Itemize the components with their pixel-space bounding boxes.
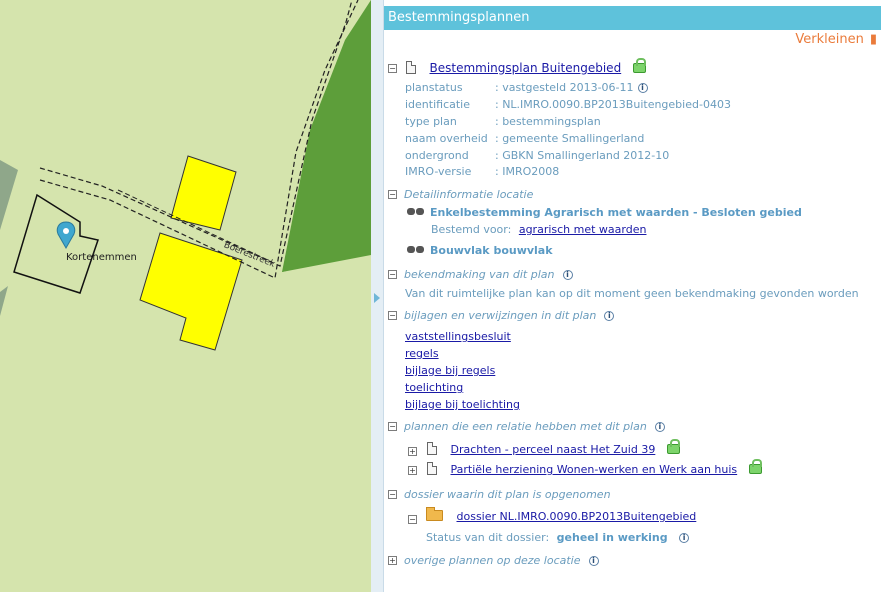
dossier-status-row: Status van dit dossier: geheel in werkin…: [426, 531, 690, 544]
expand-arrow-icon[interactable]: [374, 293, 380, 303]
overige-toggle-button[interactable]: +: [388, 556, 397, 565]
document-icon: [427, 462, 437, 475]
forest-area: [282, 0, 371, 592]
field-value: : IMRO2008: [495, 165, 560, 178]
bekendmaking-section-title[interactable]: bekendmaking van dit plan: [404, 268, 555, 281]
collapse-button[interactable]: Verkleinen ▮: [795, 32, 877, 47]
detail-item: Bouwvlak bouwvlak: [406, 244, 553, 257]
binoculars-icon[interactable]: [406, 245, 426, 254]
info-icon[interactable]: i: [654, 422, 665, 432]
field-label: IMRO-versie: [405, 165, 472, 178]
overige-section-title[interactable]: overige plannen op deze locatie: [404, 554, 581, 567]
related-plan-expand-button[interactable]: +: [408, 466, 417, 475]
related-header: plannen die een relatie hebben met dit p…: [404, 420, 665, 433]
bestemd-voor-label: Bestemd voor:: [431, 223, 512, 236]
dossier-section-title[interactable]: dossier waarin dit plan is opgenomen: [404, 488, 611, 501]
related-plan-expand-button[interactable]: +: [408, 447, 417, 456]
panel-collapse-strip[interactable]: [371, 0, 384, 592]
plan-toggle-button[interactable]: −: [388, 64, 397, 73]
place-label: Kortehemmen: [66, 252, 137, 263]
detail-section-title[interactable]: Detailinformatie locatie: [404, 188, 533, 201]
dossier-header: dossier waarin dit plan is opgenomen: [404, 488, 611, 501]
field-value: : bestemmingsplan: [495, 115, 601, 128]
field-row: planstatus : vastgesteld 2013-06-11 i: [405, 81, 648, 94]
detail-toggle-button[interactable]: −: [388, 190, 397, 199]
field-value: : GBKN Smallingerland 2012-10: [495, 149, 670, 162]
panel-title: Bestemmingsplannen: [384, 6, 881, 30]
detail-item-title: Bouwvlak bouwvlak: [430, 244, 553, 257]
related-plan-link[interactable]: Partiële herziening Wonen-werken en Werk…: [451, 463, 738, 476]
dossier-toggle-button[interactable]: −: [388, 490, 397, 499]
bijlage-link[interactable]: bijlage bij regels: [405, 364, 495, 377]
bijlage-link[interactable]: toelichting: [405, 381, 463, 394]
info-icon[interactable]: i: [588, 556, 599, 566]
detail-sub-row: Bestemd voor: agrarisch met waarden: [431, 223, 646, 236]
info-icon[interactable]: i: [604, 311, 615, 321]
bestemmingsplannen-panel: Bestemmingsplannen Verkleinen ▮ − Bestemm…: [371, 0, 881, 592]
field-row: identificatie : NL.IMRO.0090.BP2013Buiten…: [405, 98, 731, 111]
building-outline: [13, 193, 99, 294]
related-plan-link[interactable]: Drachten - perceel naast Het Zuid 39: [451, 443, 656, 456]
related-toggle-button[interactable]: −: [388, 422, 397, 431]
field-row: naam overheid : gemeente Smallingerland: [405, 132, 644, 145]
field-label: type plan: [405, 115, 457, 128]
dossier-link[interactable]: dossier NL.IMRO.0090.BP2013Buitengebied: [457, 510, 697, 523]
detail-item-title: Enkelbestemming Agrarisch met waarden - …: [430, 206, 802, 219]
info-icon[interactable]: i: [679, 533, 690, 543]
plan-name-link[interactable]: Bestemmingsplan Buitengebied: [430, 61, 622, 75]
gray-parcel-2: [0, 286, 8, 316]
collapse-icon: ▮: [869, 32, 877, 47]
field-label: ondergrond: [405, 149, 469, 162]
field-value: : gemeente Smallingerland: [495, 132, 645, 145]
field-label: naam overheid: [405, 132, 488, 145]
bijlagen-header: bijlagen en verwijzingen in dit plan i: [404, 309, 615, 322]
field-row: ondergrond : GBKN Smallingerland 2012-10: [405, 149, 669, 162]
related-section-title[interactable]: plannen die een relatie hebben met dit p…: [404, 420, 647, 433]
bijlage-link[interactable]: vaststellingsbesluit: [405, 330, 511, 343]
map-view[interactable]: Kortehemmen Boerestreek: [0, 0, 371, 592]
binoculars-icon[interactable]: [406, 207, 426, 216]
field-row: type plan : bestemmingsplan: [405, 115, 601, 128]
dossier-collapse-button[interactable]: −: [408, 515, 417, 524]
plan-header: Bestemmingsplan Buitengebied: [406, 58, 646, 75]
bijlagen-section-title[interactable]: bijlagen en verwijzingen in dit plan: [404, 309, 596, 322]
bijlage-link[interactable]: bijlage bij toelichting: [405, 398, 520, 411]
lock-icon: [748, 459, 762, 474]
dossier-status-label: Status van dit dossier:: [426, 531, 550, 544]
bestemd-voor-link[interactable]: agrarisch met waarden: [519, 223, 647, 236]
bijlagen-toggle-button[interactable]: −: [388, 311, 397, 320]
field-value: : NL.IMRO.0090.BP2013Buitengebied-0403: [495, 98, 731, 111]
collapse-label: Verkleinen: [795, 32, 864, 47]
bekendmaking-text: Van dit ruimtelijke plan kan op dit mome…: [405, 287, 859, 300]
field-label: planstatus: [405, 81, 463, 94]
info-icon[interactable]: i: [562, 270, 573, 280]
field-label: identificatie: [405, 98, 471, 111]
lock-icon: [666, 439, 680, 454]
gray-parcel: [0, 160, 18, 230]
folder-icon: [426, 507, 443, 521]
yellow-parcel-1: [170, 155, 237, 231]
field-value: : vastgesteld 2013-06-11: [495, 81, 634, 94]
related-plan-row: Partiële herziening Wonen-werken en Werk…: [427, 459, 762, 476]
map-canvas[interactable]: [0, 0, 371, 592]
info-icon[interactable]: i: [637, 83, 648, 93]
location-marker-icon[interactable]: [56, 221, 76, 250]
bijlage-link[interactable]: regels: [405, 347, 439, 360]
overige-header: overige plannen op deze locatie i: [404, 554, 599, 567]
document-icon: [427, 442, 437, 455]
dossier-row: dossier NL.IMRO.0090.BP2013Buitengebied: [426, 507, 697, 523]
document-icon: [406, 61, 416, 74]
lock-icon: [632, 58, 646, 73]
dossier-status-value: geheel in werking: [556, 531, 668, 544]
bekendmaking-toggle-button[interactable]: −: [388, 270, 397, 279]
detail-item: Enkelbestemming Agrarisch met waarden - …: [406, 206, 802, 219]
field-row: IMRO-versie : IMRO2008: [405, 165, 559, 178]
bekendmaking-header: bekendmaking van dit plan i: [404, 268, 573, 281]
related-plan-row: Drachten - perceel naast Het Zuid 39: [427, 439, 680, 456]
